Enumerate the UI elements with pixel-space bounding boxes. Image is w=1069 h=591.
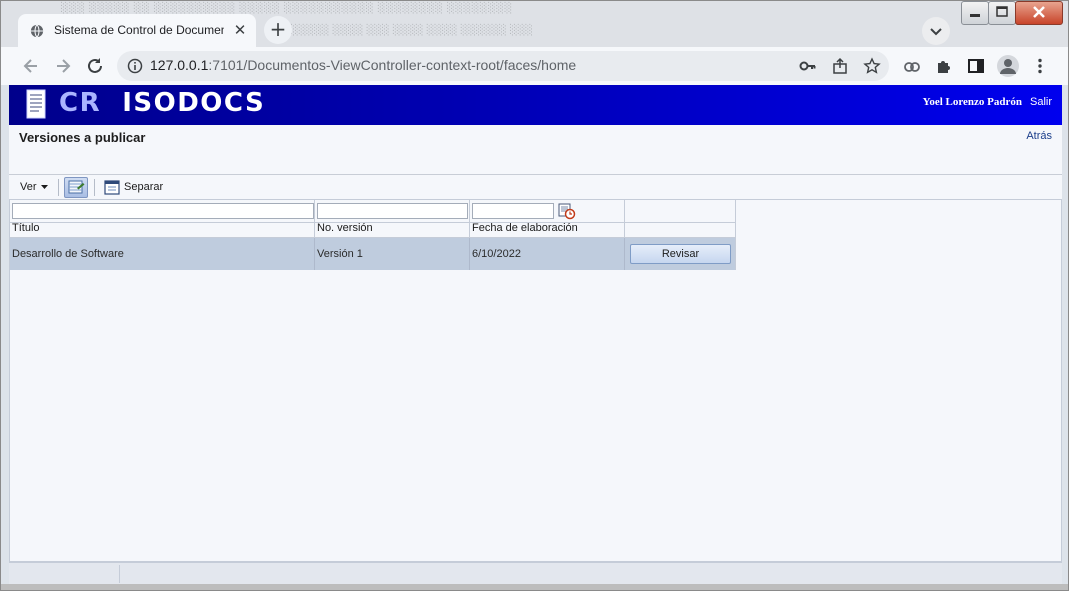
cell-title: Desarrollo de Software (12, 248, 124, 260)
background-blur-menu: ░░░░░ ░░░░ ░░░ ░░░░ ░░░░ ░░░░░░ ░░░ (291, 25, 534, 36)
document-logo-icon (26, 89, 46, 119)
column-divider (735, 200, 736, 270)
forward-button[interactable] (53, 56, 73, 76)
chevron-down-icon (930, 28, 942, 36)
info-icon (127, 58, 143, 74)
column-divider (469, 238, 470, 270)
query-by-example-button[interactable] (64, 177, 88, 198)
person-icon (1000, 59, 1016, 74)
url-text: 127.0.0.1:7101/Documentos-ViewController… (150, 57, 577, 73)
logout-link[interactable]: Salir (1030, 96, 1052, 108)
reload-icon (88, 58, 102, 73)
date-filter-input[interactable] (472, 203, 554, 219)
user-name: Yoel Lorenzo Padrón (922, 96, 1022, 108)
detach-icon (104, 180, 120, 195)
column-divider (314, 238, 315, 270)
calendar-icon[interactable] (558, 202, 576, 220)
back-link[interactable]: Atrás (1026, 130, 1052, 142)
toolbar-separator (58, 179, 59, 196)
divider (9, 174, 1062, 175)
window-close-button[interactable] (1015, 1, 1063, 25)
page-content: CR ISODOCS Yoel Lorenzo Padrón Salir Ver… (9, 85, 1062, 584)
profile-avatar[interactable] (997, 55, 1019, 77)
side-panel-icon[interactable] (967, 57, 985, 75)
tab-close-icon[interactable]: ✕ (230, 20, 250, 40)
background-blur-text: ░░░ ░░░░░ ░░ ░░░░░░░░░░ ░░░░░ ░░░░░░░░░░… (61, 3, 513, 14)
table-toolbar: Ver Separar (9, 176, 1062, 198)
app-banner: CR ISODOCS Yoel Lorenzo Padrón Salir (9, 85, 1062, 125)
puzzle-icon[interactable] (935, 57, 953, 75)
browser-window: ░░░ ░░░░░ ░░ ░░░░░░░░░░ ░░░░░ ░░░░░░░░░░… (0, 0, 1069, 591)
more-vert-icon[interactable] (1031, 57, 1049, 75)
tab-title: Sistema de Control de Document (54, 23, 224, 37)
browser-tab[interactable]: Sistema de Control de Document ✕ (18, 14, 256, 48)
key-icon[interactable] (799, 57, 817, 75)
version-filter-input[interactable] (317, 203, 468, 219)
review-button[interactable]: Revisar (630, 244, 731, 264)
app-logo: CR ISODOCS (59, 88, 266, 118)
new-tab-button[interactable]: + (264, 16, 292, 44)
column-divider (624, 238, 625, 270)
table-row[interactable]: Desarrollo de Software Versión 1 6/10/20… (10, 238, 735, 270)
title-filter-input[interactable] (12, 203, 314, 219)
column-header-version[interactable]: No. versión (317, 222, 373, 238)
tab-search-button[interactable] (922, 17, 950, 45)
page-title: Versiones a publicar (19, 130, 146, 145)
tab-strip: ░░░ ░░░░░ ░░ ░░░░░░░░░░ ░░░░░ ░░░░░░░░░░… (1, 1, 1068, 48)
cell-version: Versión 1 (317, 248, 363, 260)
extension-link-icon[interactable] (903, 57, 921, 75)
status-bar (9, 562, 1062, 584)
globe-icon (30, 24, 44, 38)
chevron-down-icon (40, 185, 48, 190)
reload-button[interactable] (85, 56, 105, 76)
maximize-button[interactable] (988, 1, 1016, 25)
column-header-date[interactable]: Fecha de elaboración (472, 222, 578, 238)
close-icon (1033, 6, 1045, 18)
browser-toolbar: 127.0.0.1:7101/Documentos-ViewController… (1, 47, 1068, 85)
address-bar[interactable]: 127.0.0.1:7101/Documentos-ViewController… (117, 51, 889, 81)
arrow-right-icon (57, 59, 71, 73)
filter-table-icon (68, 180, 85, 194)
star-icon[interactable] (863, 57, 881, 75)
view-menu[interactable]: Ver (20, 181, 49, 193)
arrow-left-icon (23, 59, 37, 73)
toolbar-separator (94, 179, 95, 196)
versions-table: Título No. versión Fecha de elaboración … (9, 199, 1062, 562)
minimize-icon (970, 14, 980, 17)
window-bottom-edge (1, 584, 1068, 590)
back-button[interactable] (21, 56, 41, 76)
column-header-title[interactable]: Título (12, 222, 40, 238)
share-icon[interactable] (831, 57, 849, 75)
maximize-icon (996, 6, 1008, 17)
cell-date: 6/10/2022 (472, 248, 521, 260)
minimize-button[interactable] (961, 1, 989, 25)
status-divider (119, 565, 120, 583)
